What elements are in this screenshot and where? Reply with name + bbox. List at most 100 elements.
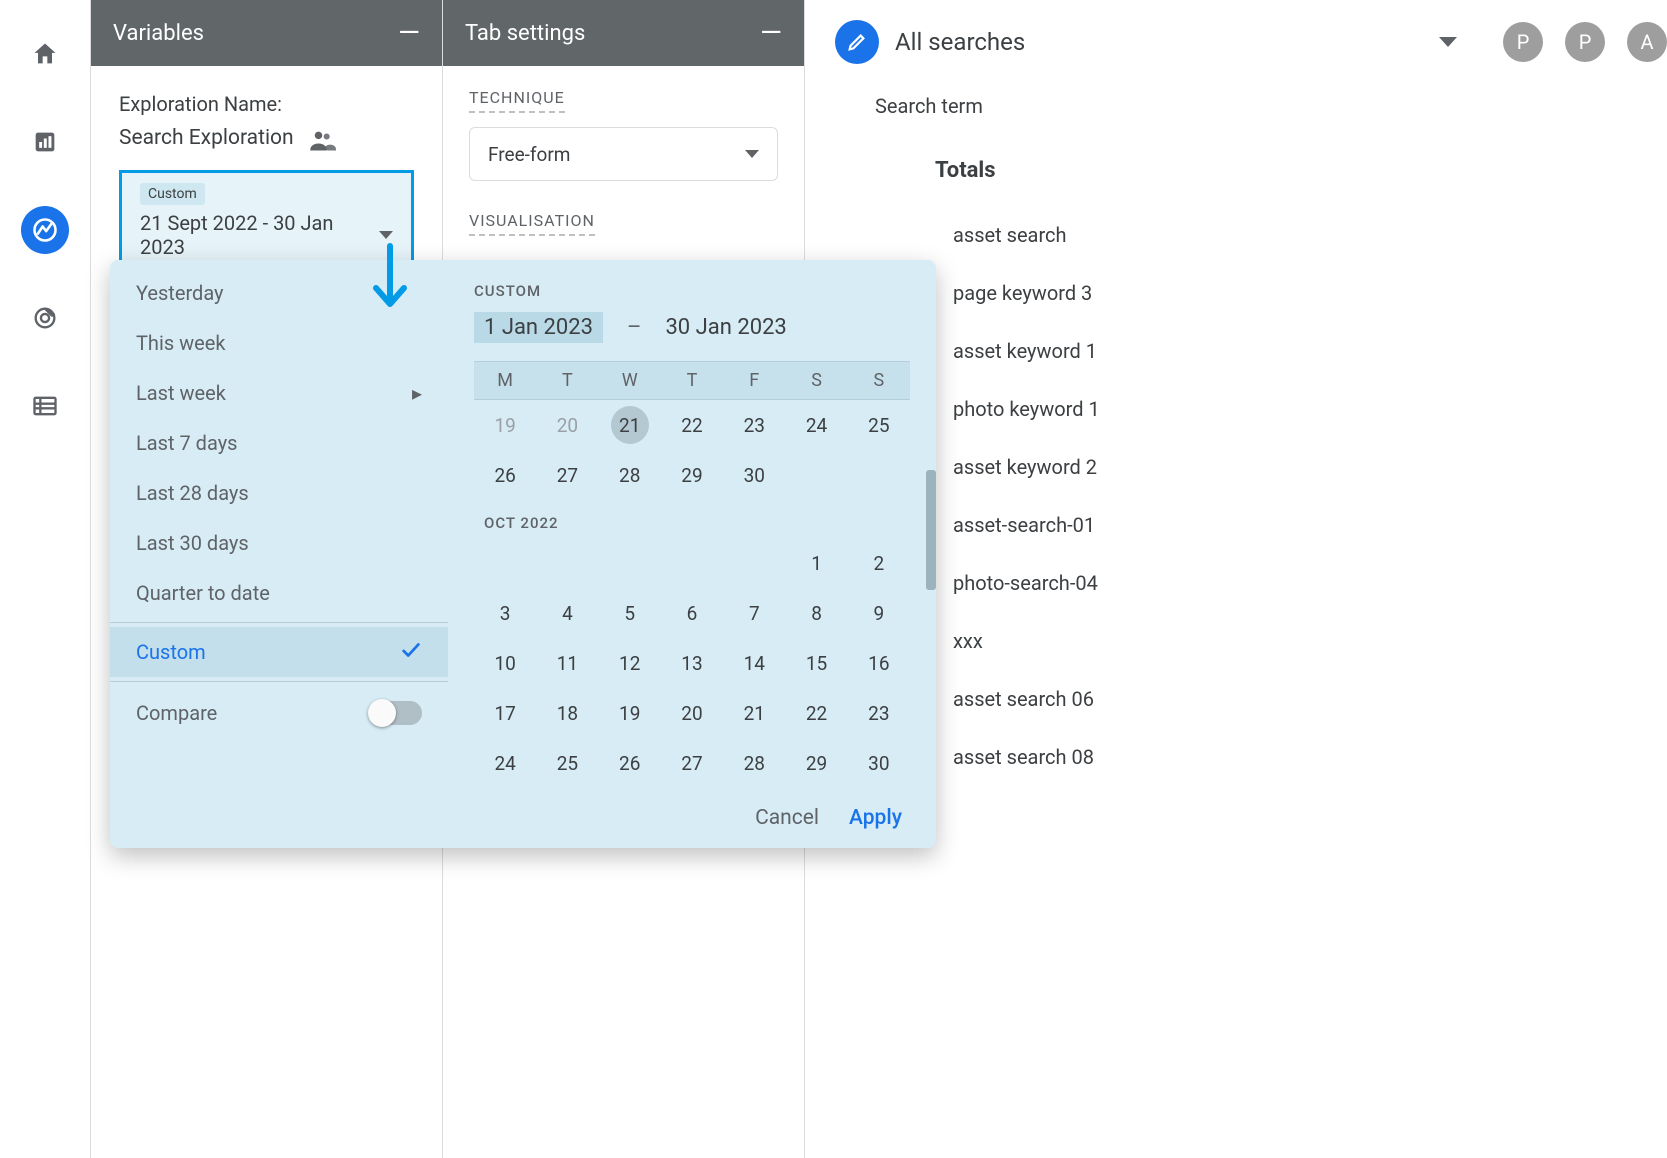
avatar[interactable]: P: [1503, 22, 1543, 62]
calendar-day[interactable]: 22: [785, 688, 847, 738]
table-row[interactable]: asset keyword 1: [875, 339, 1667, 363]
preset-last-28-days[interactable]: Last 28 days: [110, 468, 448, 518]
calendar-day[interactable]: 6: [661, 588, 723, 638]
table-row[interactable]: xxx: [875, 629, 1667, 653]
calendar-day[interactable]: 21: [723, 688, 785, 738]
apply-button[interactable]: Apply: [849, 806, 902, 830]
calendar-day[interactable]: 26: [474, 450, 536, 500]
preset-list: Yesterday This week Last week▸ Last 7 da…: [110, 260, 448, 788]
preset-custom[interactable]: Custom: [110, 627, 448, 677]
explore-icon[interactable]: [21, 206, 69, 254]
minimize-icon[interactable]: —: [398, 19, 420, 47]
calendar-day[interactable]: 7: [723, 588, 785, 638]
calendar-day[interactable]: 23: [723, 400, 785, 450]
compare-toggle[interactable]: [370, 701, 422, 725]
edit-segment-button[interactable]: [835, 20, 879, 64]
calendar-month-label: OCT 2022: [474, 500, 910, 538]
table-row[interactable]: page keyword 3: [875, 281, 1667, 305]
search-term: photo-search-04: [953, 571, 1098, 595]
table-row[interactable]: asset-search-01: [875, 513, 1667, 537]
calendar-day[interactable]: 23: [848, 688, 910, 738]
advertising-icon[interactable]: [21, 294, 69, 342]
table-row[interactable]: 15asset search 08: [875, 745, 1667, 769]
preset-last-30-days[interactable]: Last 30 days: [110, 518, 448, 568]
chevron-down-icon: [379, 231, 393, 239]
search-term: page keyword 3: [953, 281, 1092, 305]
calendar-day[interactable]: 29: [661, 450, 723, 500]
calendar-day[interactable]: 17: [474, 688, 536, 738]
calendar-body: 192021222324252627282930OCT 202212345678…: [474, 400, 910, 788]
table-row[interactable]: asset search: [875, 223, 1667, 247]
exploration-name-label: Exploration Name:: [119, 92, 414, 116]
calendar-day[interactable]: 13: [661, 638, 723, 688]
calendar-day[interactable]: 22: [661, 400, 723, 450]
calendar-day[interactable]: 4: [536, 588, 598, 638]
admin-icon[interactable]: [21, 382, 69, 430]
calendar-day[interactable]: 20: [661, 688, 723, 738]
preset-last-7-days[interactable]: Last 7 days: [110, 418, 448, 468]
date-range-chip: Custom: [140, 183, 205, 205]
calendar-day[interactable]: 30: [848, 738, 910, 788]
share-icon[interactable]: [308, 126, 336, 150]
avatar[interactable]: A: [1627, 22, 1667, 62]
calendar-day[interactable]: 18: [536, 688, 598, 738]
home-icon[interactable]: [21, 30, 69, 78]
preset-last-week[interactable]: Last week▸: [110, 368, 448, 418]
app-root: Variables — Exploration Name: Search Exp…: [0, 0, 1667, 1158]
calendar-day[interactable]: 3: [474, 588, 536, 638]
calendar-day[interactable]: 19: [599, 688, 661, 738]
calendar-day[interactable]: 10: [474, 638, 536, 688]
calendar-day[interactable]: 26: [599, 738, 661, 788]
separator: [110, 681, 448, 682]
avatar[interactable]: P: [1565, 22, 1605, 62]
technique-label: TECHNIQUE: [469, 88, 565, 113]
calendar-day[interactable]: 8: [785, 588, 847, 638]
compare-label: Compare: [136, 701, 217, 725]
range-end-input[interactable]: 30 Jan 2023: [665, 315, 786, 340]
calendar-day[interactable]: 27: [661, 738, 723, 788]
technique-select[interactable]: Free-form: [469, 127, 778, 181]
calendar-day[interactable]: 25: [848, 400, 910, 450]
calendar-day[interactable]: 24: [474, 738, 536, 788]
chevron-down-icon[interactable]: [1439, 37, 1457, 47]
cancel-button[interactable]: Cancel: [755, 806, 819, 830]
table-row[interactable]: asset keyword 2: [875, 455, 1667, 479]
calendar-day[interactable]: 9: [848, 588, 910, 638]
calendar-day[interactable]: 2: [848, 538, 910, 588]
segment-title[interactable]: All searches: [895, 28, 1423, 56]
table-row[interactable]: photo-search-04: [875, 571, 1667, 595]
calendar-day[interactable]: 27: [536, 450, 598, 500]
calendar-day[interactable]: 24: [785, 400, 847, 450]
calendar-day[interactable]: 21: [599, 400, 661, 450]
minimize-icon[interactable]: —: [760, 19, 782, 47]
calendar-day[interactable]: 11: [536, 638, 598, 688]
range-start-input[interactable]: 1 Jan 2023: [474, 312, 603, 343]
custom-range-label: CUSTOM: [474, 282, 910, 300]
table-row[interactable]: asset search 06: [875, 687, 1667, 711]
preset-qtd[interactable]: Quarter to date: [110, 568, 448, 618]
calendar-day[interactable]: 20: [536, 400, 598, 450]
calendar-day[interactable]: 29: [785, 738, 847, 788]
calendar-day[interactable]: 14: [723, 638, 785, 688]
reports-icon[interactable]: [21, 118, 69, 166]
compare-row: Compare: [110, 686, 448, 740]
exploration-name-value[interactable]: Search Exploration: [119, 126, 294, 150]
calendar-day[interactable]: 16: [848, 638, 910, 688]
calendar-day[interactable]: 1: [785, 538, 847, 588]
calendar-day: [599, 538, 661, 588]
calendar-day[interactable]: 15: [785, 638, 847, 688]
preset-this-week[interactable]: This week: [110, 318, 448, 368]
calendar-day: [848, 450, 910, 500]
scrollbar[interactable]: [926, 470, 936, 590]
calendar-day[interactable]: 30: [723, 450, 785, 500]
variables-header: Variables —: [91, 0, 442, 66]
calendar-day[interactable]: 5: [599, 588, 661, 638]
technique-value: Free-form: [488, 143, 570, 166]
calendar-day[interactable]: 12: [599, 638, 661, 688]
calendar-day[interactable]: 28: [599, 450, 661, 500]
calendar-day[interactable]: 19: [474, 400, 536, 450]
table-row[interactable]: photo keyword 1: [875, 397, 1667, 421]
calendar-day: [661, 538, 723, 588]
calendar-day[interactable]: 25: [536, 738, 598, 788]
calendar-day[interactable]: 28: [723, 738, 785, 788]
